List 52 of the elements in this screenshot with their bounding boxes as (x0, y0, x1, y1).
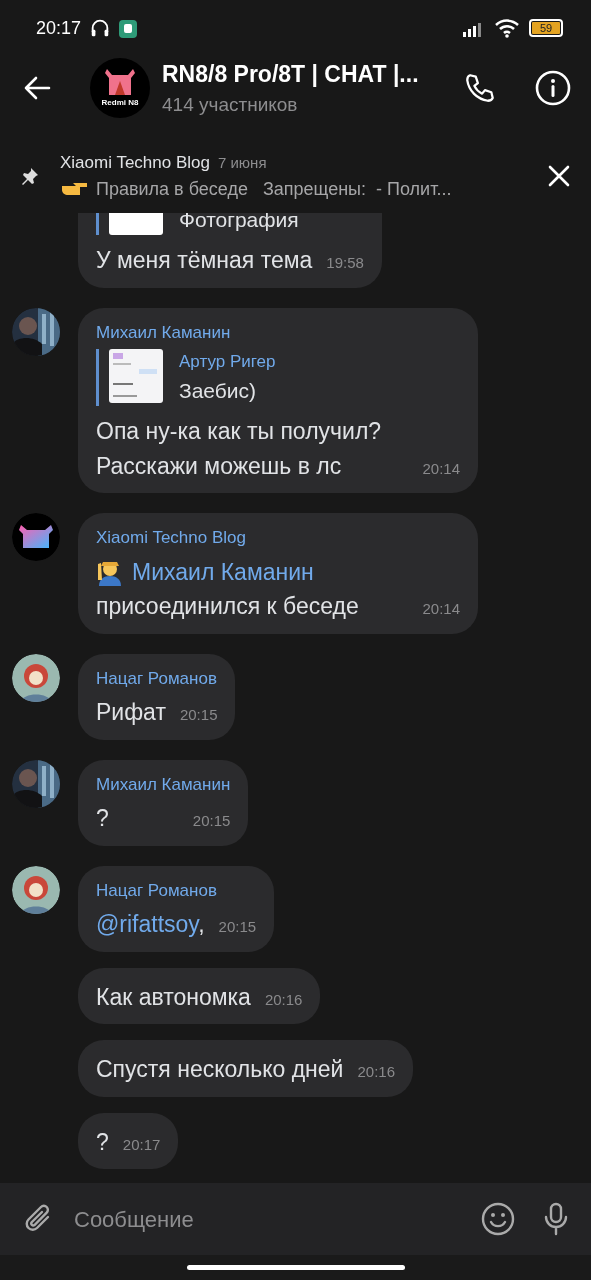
pinned-date: 7 июня (217, 153, 267, 173)
chat-title: RN8/8 Pro/8T | CHAT |... (162, 59, 420, 89)
message-text: ? (96, 1127, 109, 1157)
message-time: 19:58 (326, 253, 364, 273)
reply-author: Артур Ригер (179, 351, 276, 373)
message-text: присоединился к беседе (96, 592, 359, 621)
pinned-text: Правила в беседе Запрещены: - Полит... (96, 177, 452, 201)
message-text: @rifattsoy, (96, 910, 205, 939)
close-icon[interactable] (547, 164, 571, 189)
message-time: 20:16 (357, 1062, 395, 1082)
bunny-logo-icon (104, 67, 136, 97)
message-time: 20:16 (264, 989, 303, 1010)
phone-icon[interactable] (463, 71, 497, 105)
message-text: ? (96, 804, 109, 833)
user-avatar (12, 307, 60, 356)
message-time: 20:14 (422, 599, 460, 619)
pinned-author: Xiaomi Techno Blog (60, 152, 210, 174)
message-text: Рифат (96, 698, 166, 727)
member-link[interactable]: Михаил Каманин (132, 554, 314, 589)
emoji-icon[interactable] (481, 1202, 515, 1236)
message-time: 20:17 (122, 1134, 161, 1155)
pin-icon (20, 166, 40, 187)
message-text: У меня тёмная тема (96, 246, 313, 275)
reply-quote[interactable]: Артур Ригер Заебис) (96, 349, 460, 406)
sender-name[interactable]: Нацаг Романов (96, 877, 257, 903)
user-avatar (12, 865, 60, 914)
sender-name[interactable]: Нацаг Романов (96, 665, 218, 691)
pinned-message[interactable]: Xiaomi Techno Blog 7 июня Правила в беседе Запрещены: - Полит... (60, 150, 547, 203)
message-time: 20:15 (218, 917, 257, 937)
info-icon[interactable] (535, 70, 571, 106)
message-text: Опа ну-ка как ты получил? Расскажи можешь в лс (96, 417, 382, 481)
message-time: 20:15 (192, 811, 231, 831)
member-count: 414 участников (162, 93, 299, 117)
wifi-icon (495, 18, 519, 38)
reply-text: Заебис) (179, 377, 258, 404)
sender-name[interactable]: Xiaomi Techno Blog (96, 525, 460, 551)
app-notification-icon (119, 18, 138, 38)
message-input-field[interactable]: Сообщение (0, 1183, 591, 1255)
message-text: Как автономка (96, 982, 251, 1012)
message-time: 20:14 (422, 458, 460, 479)
message-time: 20:15 (179, 705, 218, 725)
sender-name[interactable]: Михаил Каманин (96, 319, 460, 345)
clock: 20:17 (36, 16, 82, 40)
message-text: Спустя несколько дней (96, 1055, 344, 1084)
group-avatar: Redmi N8 (90, 58, 150, 118)
microphone-icon[interactable] (543, 1202, 569, 1236)
channel-avatar (12, 513, 60, 561)
user-avatar (12, 759, 60, 808)
sender-name[interactable]: Михаил Каманин (96, 771, 231, 797)
battery-indicator: 59 (529, 19, 563, 37)
user-avatar (12, 653, 60, 702)
message-input[interactable]: Сообщение (72, 1201, 463, 1237)
